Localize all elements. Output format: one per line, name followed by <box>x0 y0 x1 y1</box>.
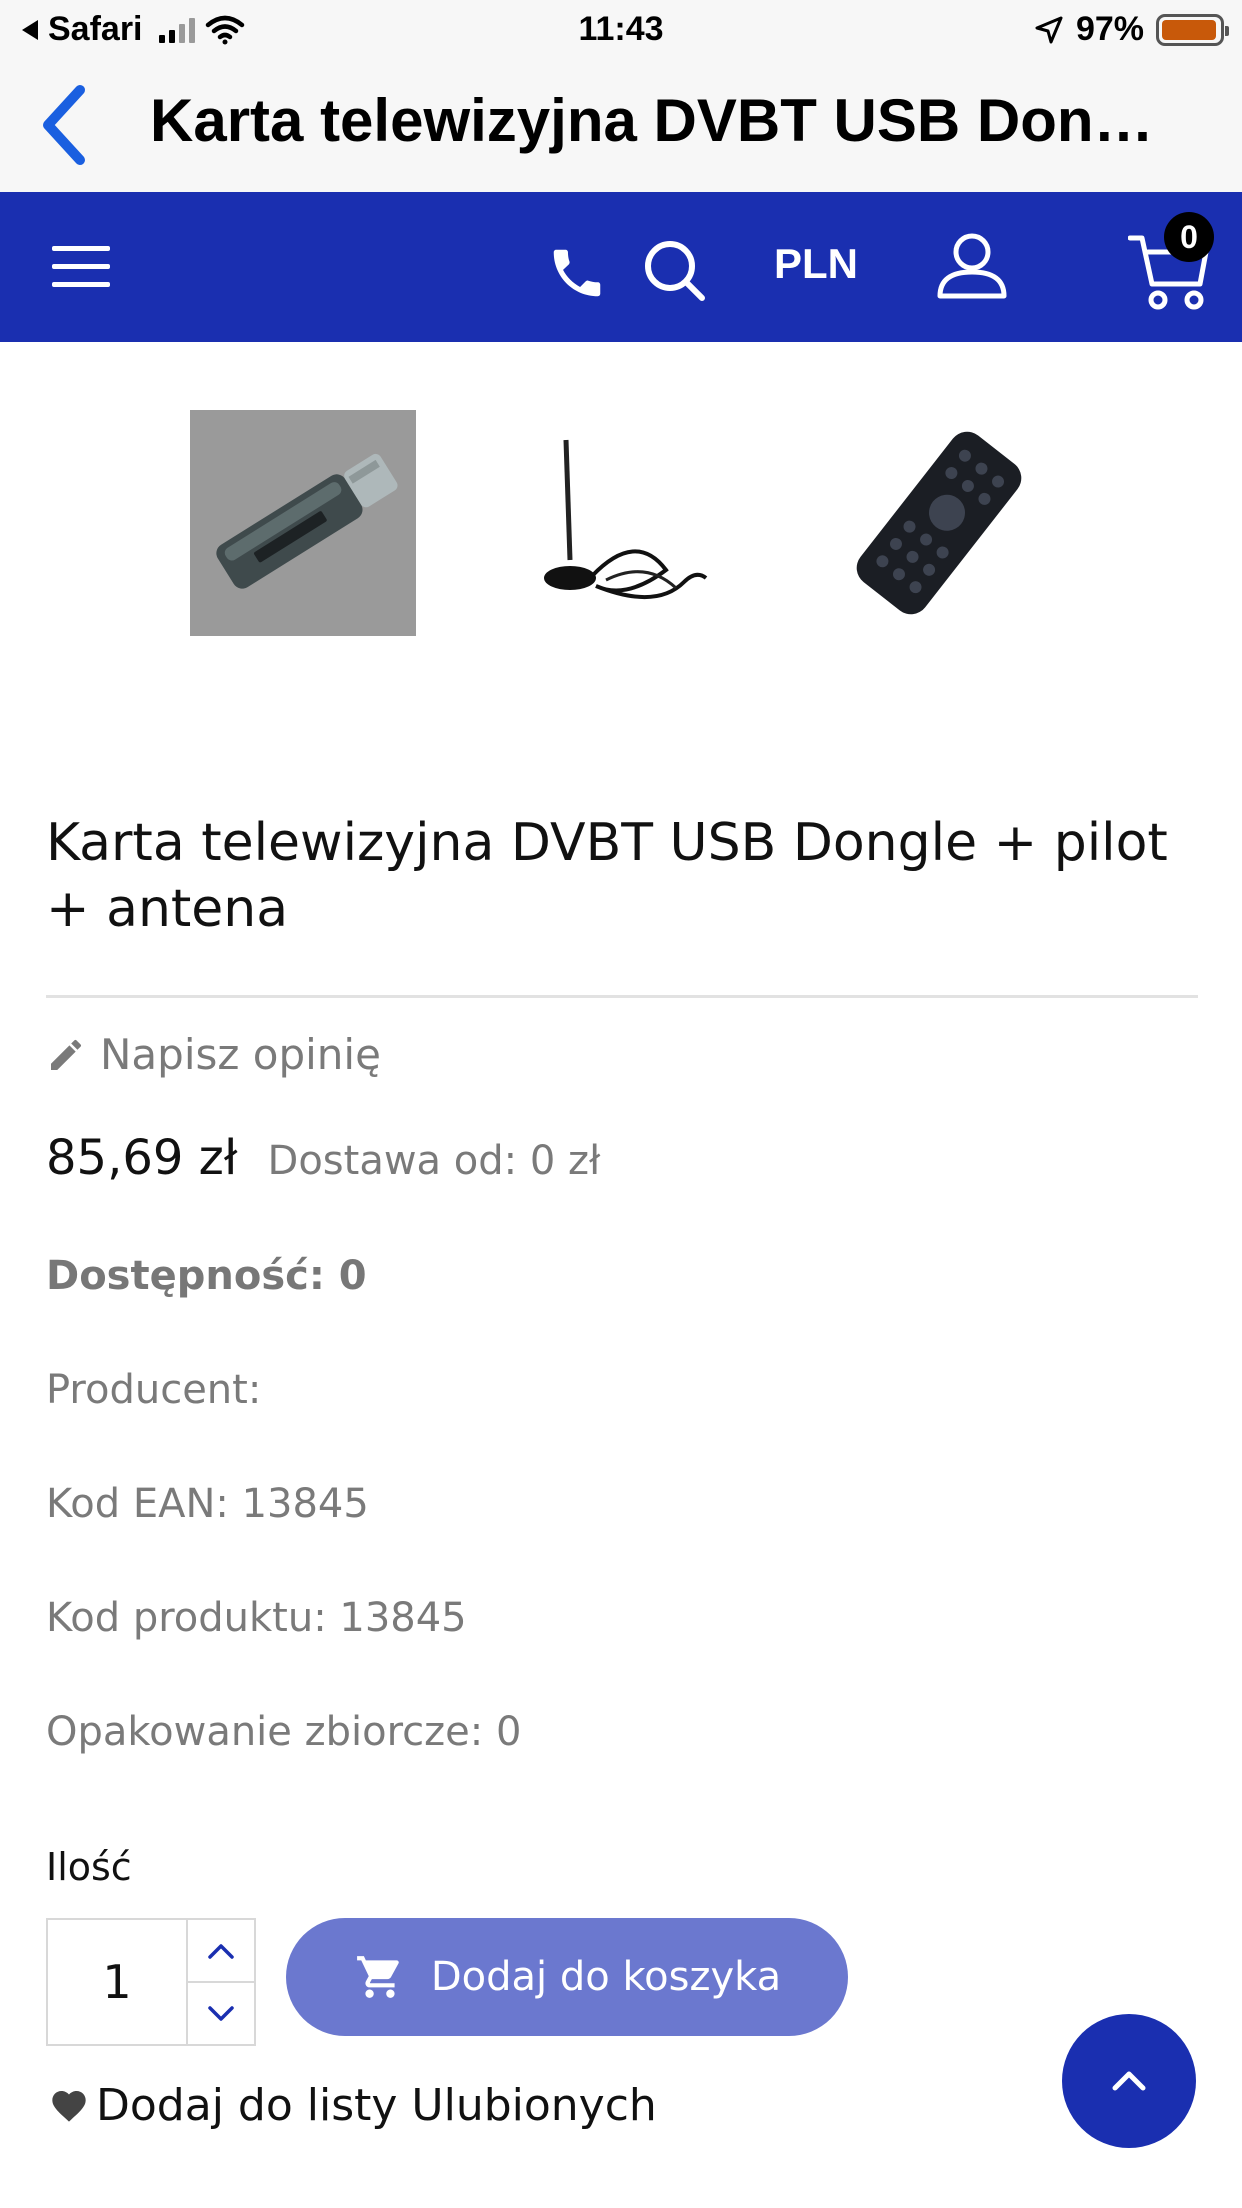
shopping-cart-icon <box>356 1956 399 1998</box>
quantity-decrease-button[interactable] <box>188 1983 254 2044</box>
chevron-up-icon <box>208 1943 234 1959</box>
battery-percent: 97% <box>1075 10 1144 48</box>
product-title: Karta telewizyjna DVBT USB Dongle + pilo… <box>46 813 1168 939</box>
phone-icon[interactable] <box>546 242 608 304</box>
write-review-link[interactable]: Napisz opinię <box>46 1030 381 1079</box>
quantity-arrows <box>188 1920 254 2044</box>
product-code: Kod produktu: 13845 <box>46 1595 467 1641</box>
bulk-package: Opakowanie zbiorcze: 0 <box>46 1709 522 1755</box>
price-row: 85,69 zł Dostawa od: 0 zł <box>46 1130 600 1186</box>
location-arrow-icon <box>1035 16 1063 43</box>
thumbnail-antenna[interactable] <box>506 410 732 636</box>
add-to-cart-label: Dodaj do koszyka <box>430 1954 782 2000</box>
status-bar: Safari 11:43 97% <box>0 0 1242 62</box>
site-header: PLN 0 <box>0 192 1242 342</box>
user-icon[interactable] <box>936 232 1008 302</box>
quantity-increase-button[interactable] <box>188 1920 254 1983</box>
page-title: Karta telewizyjna DVBT USB Don… <box>150 87 1154 154</box>
battery-icon <box>1156 13 1229 46</box>
menu-icon[interactable] <box>52 244 110 290</box>
ean-code: Kod EAN: 13845 <box>46 1481 369 1527</box>
add-to-favorites-link[interactable]: Dodaj do listy Ulubionych <box>48 2080 657 2131</box>
shipping-cost: Dostawa od: 0 zł <box>267 1138 601 1184</box>
producer: Producent: <box>46 1367 262 1413</box>
divider <box>46 995 1198 998</box>
currency-selector[interactable]: PLN <box>774 240 858 288</box>
thumbnail-remote-control[interactable] <box>826 410 1052 636</box>
availability: Dostępność: 0 <box>46 1253 367 1299</box>
chevron-left-icon[interactable] <box>36 80 96 170</box>
battery-fill <box>1162 19 1217 40</box>
quantity-input[interactable] <box>48 1920 188 2044</box>
navigation-bar: Karta telewizyjna DVBT USB Don… <box>0 62 1242 192</box>
usb-dongle-image <box>216 453 398 589</box>
scroll-to-top-button[interactable] <box>1062 2014 1196 2148</box>
chevron-down-icon <box>208 2005 234 2021</box>
remote-control-image <box>856 431 1022 615</box>
status-right: 97% <box>1034 10 1229 49</box>
quantity-label: Ilość <box>46 1845 132 1889</box>
thumbnail-usb-dongle[interactable] <box>190 410 416 636</box>
pencil-icon <box>51 1039 81 1070</box>
add-to-cart-button[interactable]: Dodaj do koszyka <box>286 1918 848 2036</box>
write-review-label: Napisz opinię <box>100 1030 381 1079</box>
add-to-favorites-label: Dodaj do listy Ulubionych <box>96 2080 657 2131</box>
cart-count-badge: 0 <box>1164 212 1214 262</box>
search-icon[interactable] <box>642 238 708 304</box>
antenna-image <box>544 439 708 599</box>
chevron-up-icon <box>1112 2071 1146 2091</box>
product-price: 85,69 zł <box>46 1130 238 1186</box>
heart-icon <box>52 2090 86 2122</box>
quantity-stepper <box>46 1918 256 2046</box>
